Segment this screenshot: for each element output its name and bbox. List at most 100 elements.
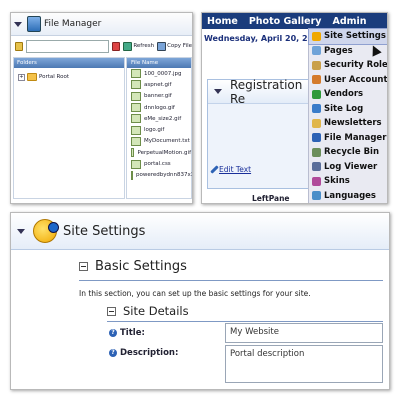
file-name: 100_0007.jpg [144,70,182,77]
left-pane-label: LeftPane [252,194,290,203]
file-row[interactable]: logo.gif [127,124,191,135]
file-icon [131,91,141,101]
file-name: eMe_size2.gif [144,115,182,122]
basic-settings-section[interactable]: Basic Settings [79,259,187,274]
menu-item-icon [312,60,321,70]
site-details-title: Site Details [123,304,189,318]
admin-menu-item[interactable]: Log Viewer [309,160,387,175]
admin-menu-item-label: File Manager [324,132,387,143]
admin-menu-item-label: Languages [324,190,376,201]
menu-home[interactable]: Home [207,16,238,27]
menu-item-icon [312,162,321,172]
file-icon [131,125,141,135]
folder-tree-root[interactable]: + Portal Root [18,73,124,81]
menu-item-icon [312,118,321,128]
menu-item-icon [312,191,321,201]
registration-module: Registration Re Edit Text [207,77,319,189]
admin-menu-item[interactable]: File Manager [309,131,387,146]
admin-menu-item[interactable]: Vendors [309,87,387,102]
file-manager-toolbar: Refresh Copy File [15,39,192,53]
menu-item-icon [312,31,321,41]
file-manager-title: File Manager [44,19,102,29]
folder-tree-header: Folders [14,58,124,68]
site-details-section[interactable]: Site Details [107,304,189,318]
admin-dropdown-menu: Site Settings Pages Security Roles User Acc… [308,28,387,204]
admin-menu-item[interactable]: Site Log [309,102,387,117]
site-settings-panel: Site Settings Basic Settings In this sec… [10,212,390,390]
refresh-icon [123,41,133,51]
site-settings-title-bar: Site Settings [11,213,389,250]
menu-item-icon [312,176,321,186]
file-row[interactable]: poweredbydnn837x3 [127,170,193,181]
admin-menu-item[interactable]: Recycle Bin [309,145,387,160]
admin-menu-item[interactable]: Site Settings [308,28,387,45]
folder-root-label: Portal Root [39,74,70,80]
collapse-arrow-icon[interactable] [17,228,25,234]
folder-icon [27,73,37,81]
collapse-arrow-icon[interactable] [214,89,222,94]
menu-item-icon [312,75,321,85]
admin-menu-item-label: Recycle Bin [324,147,380,158]
admin-menu-item-label: Log Viewer [324,161,378,172]
title-field[interactable]: My Website [225,323,383,343]
file-row[interactable]: dnnlogo.gif [127,102,191,113]
expand-icon[interactable]: + [18,73,25,81]
collapse-arrow-icon[interactable] [14,21,22,27]
menu-item-icon [312,89,321,99]
admin-menu-item[interactable]: Security Roles [309,58,387,73]
file-row[interactable]: PerpetualMotion.gif [127,147,191,158]
folder-path-input[interactable] [25,39,110,53]
admin-menu-item-label: Vendors [324,89,364,100]
collapse-section-icon[interactable] [79,262,88,271]
menu-item-icon [312,46,321,56]
title-label: Title: [120,328,145,338]
help-icon[interactable]: ? [109,349,117,357]
admin-menu-item-label: Pages [324,45,353,56]
file-icon [131,103,141,113]
edit-text-link[interactable]: Edit Text [210,165,252,174]
admin-menu-item-label: Site Settings [324,31,386,42]
file-name: poweredbydnn837x3 [136,172,193,179]
file-icon [131,170,133,180]
file-row[interactable]: MyDocument.txt [127,136,191,147]
copy-file-label: Copy File [167,43,192,49]
pencil-icon [210,165,219,174]
refresh-button[interactable]: Refresh [123,41,154,51]
file-row[interactable]: portal.css [127,158,191,169]
folder-tree: Folders + Portal Root [13,57,125,199]
menu-admin[interactable]: Admin [333,16,367,27]
description-label-row: ? Description: [109,348,178,358]
file-row[interactable]: 100_0007.jpg [127,68,191,79]
description-field[interactable]: Portal description [225,345,383,383]
admin-menu-item-label: Newsletters [324,118,382,129]
file-icon [131,148,135,158]
folder-up-icon[interactable] [15,41,23,51]
file-row[interactable]: banner.gif [127,91,191,102]
file-manager-icon [27,16,41,32]
menu-item-icon [312,133,321,143]
file-name: MyDocument.txt [144,138,190,145]
menu-photo-gallery[interactable]: Photo Gallery [249,16,322,27]
admin-menu-item[interactable]: Languages [309,189,387,204]
registration-header: Registration Re [208,77,318,106]
admin-menu-item[interactable]: Newsletters [309,116,387,131]
file-icon [131,114,141,124]
basic-settings-title: Basic Settings [95,259,187,274]
copy-icon [157,41,167,51]
file-icon [131,136,141,146]
edit-text-label: Edit Text [219,165,252,174]
copy-file-button[interactable]: Copy File [157,41,192,51]
file-row[interactable]: eMe_size2.gif [127,113,191,124]
admin-menu-panel: Home Photo Gallery Admin Wednesday, Apri… [201,12,388,204]
file-row[interactable]: aspnet.gif [127,79,191,90]
admin-menu-item-label: Skins [324,176,350,187]
help-icon[interactable]: ? [109,329,117,337]
collapse-section-icon[interactable] [107,306,116,316]
registration-title: Registration Re [230,77,303,106]
delete-folder-icon[interactable] [112,41,121,51]
admin-menu-item[interactable]: Skins [309,174,387,189]
file-name: logo.gif [144,127,165,134]
file-list: File Name 100_0007.jpg aspnet.gif banner.g… [126,57,192,199]
admin-menu-item[interactable]: User Accounts [309,73,387,88]
section-intro-text: In this section, you can set up the basi… [79,289,311,298]
